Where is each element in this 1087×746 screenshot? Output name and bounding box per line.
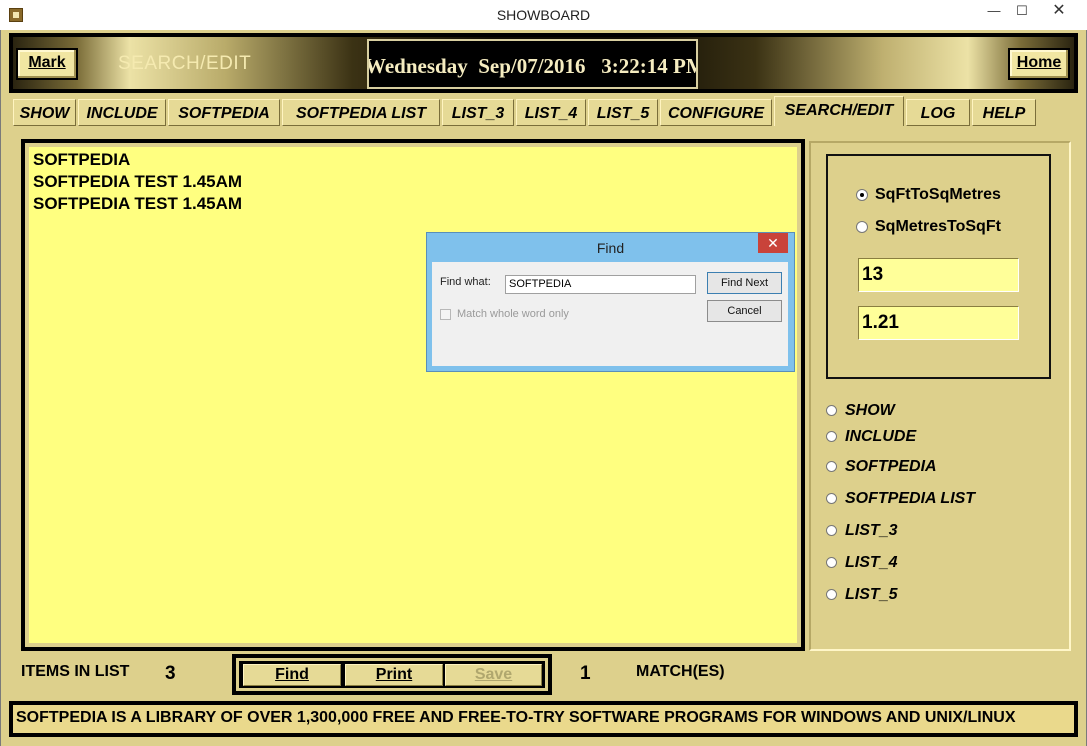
match-whole-word-label: Match whole word only bbox=[457, 308, 569, 320]
radio-list-softpedia-list[interactable] bbox=[826, 493, 837, 504]
tab-list-5[interactable]: LIST_5 bbox=[588, 99, 658, 126]
items-in-list-label: ITEMS IN LIST bbox=[21, 663, 130, 680]
find-next-button[interactable]: Find Next bbox=[707, 272, 782, 294]
matches-label: MATCH(ES) bbox=[636, 663, 725, 680]
cancel-button[interactable]: Cancel bbox=[707, 300, 782, 322]
converter-option-label: SqFtToSqMetres bbox=[875, 186, 1001, 203]
print-button[interactable]: Print bbox=[345, 664, 443, 686]
list-text-area[interactable] bbox=[29, 147, 797, 643]
items-count: 3 bbox=[165, 663, 176, 684]
tab-include[interactable]: INCLUDE bbox=[78, 99, 166, 126]
tab-show[interactable]: SHOW bbox=[13, 99, 76, 126]
radio-list-include[interactable] bbox=[826, 431, 837, 442]
list-option-label: LIST_3 bbox=[845, 522, 898, 539]
list-line: SOFTPEDIA bbox=[33, 150, 131, 169]
maximize-button[interactable]: ☐ bbox=[1008, 0, 1036, 26]
list-line: SOFTPEDIA TEST 1.45AM bbox=[33, 172, 243, 191]
converter-output-field[interactable]: 1.21 bbox=[858, 306, 1019, 340]
match-whole-word-checkbox[interactable] bbox=[440, 309, 451, 320]
list-option-label: SHOW bbox=[845, 402, 895, 419]
page-title: SEARCH/EDIT bbox=[118, 53, 252, 74]
radio-list-show[interactable] bbox=[826, 405, 837, 416]
list-option-label: LIST_4 bbox=[845, 554, 898, 571]
radio-list-softpedia[interactable] bbox=[826, 461, 837, 472]
radio-sqft-to-sqmetres[interactable] bbox=[856, 189, 868, 201]
radio-sqmetres-to-sqft[interactable] bbox=[856, 221, 868, 233]
clock-text: Wednesday Sep/07/2016 3:22:14 PM bbox=[367, 54, 698, 78]
find-button[interactable]: Find bbox=[243, 664, 341, 686]
find-what-input[interactable]: SOFTPEDIA bbox=[505, 275, 696, 294]
find-dialog-close-icon[interactable]: ✕ bbox=[758, 233, 788, 253]
ticker-text: SOFTPEDIA IS A LIBRARY OF OVER 1,300,000… bbox=[16, 709, 1016, 726]
tab-softpedia[interactable]: SOFTPEDIA bbox=[168, 99, 280, 126]
list-line: SOFTPEDIA TEST 1.45AM bbox=[33, 194, 243, 213]
tab-log[interactable]: LOG bbox=[906, 99, 970, 126]
list-option-label: INCLUDE bbox=[845, 428, 917, 445]
tab-search-edit[interactable]: SEARCH/EDIT bbox=[774, 96, 904, 126]
save-button[interactable]: Save bbox=[445, 664, 542, 686]
converter-option-label: SqMetresToSqFt bbox=[875, 218, 1001, 235]
radio-list-5[interactable] bbox=[826, 589, 837, 600]
list-option-label: SOFTPEDIA LIST bbox=[845, 490, 976, 507]
list-option-label: SOFTPEDIA bbox=[845, 458, 937, 475]
find-what-label: Find what: bbox=[440, 276, 491, 288]
tab-list-4[interactable]: LIST_4 bbox=[516, 99, 586, 126]
tab-help[interactable]: HELP bbox=[972, 99, 1036, 126]
minimize-button[interactable]: — bbox=[980, 0, 1008, 26]
clock-display: Wednesday Sep/07/2016 3:22:14 PM bbox=[367, 39, 698, 89]
tab-softpedia-list[interactable]: SOFTPEDIA LIST bbox=[282, 99, 440, 126]
radio-list-4[interactable] bbox=[826, 557, 837, 568]
match-count: 1 bbox=[580, 663, 591, 684]
find-dialog-title: Find bbox=[596, 240, 625, 256]
home-button[interactable]: Home bbox=[1008, 48, 1070, 80]
mark-button[interactable]: Mark bbox=[16, 48, 78, 80]
window-title: SHOWBOARD bbox=[496, 7, 591, 23]
close-window-button[interactable]: ✕ bbox=[1036, 0, 1082, 26]
list-option-label: LIST_5 bbox=[845, 586, 898, 603]
radio-list-3[interactable] bbox=[826, 525, 837, 536]
converter-input-field[interactable]: 13 bbox=[858, 258, 1019, 292]
tab-list-3[interactable]: LIST_3 bbox=[442, 99, 514, 126]
tab-configure[interactable]: CONFIGURE bbox=[660, 99, 772, 126]
